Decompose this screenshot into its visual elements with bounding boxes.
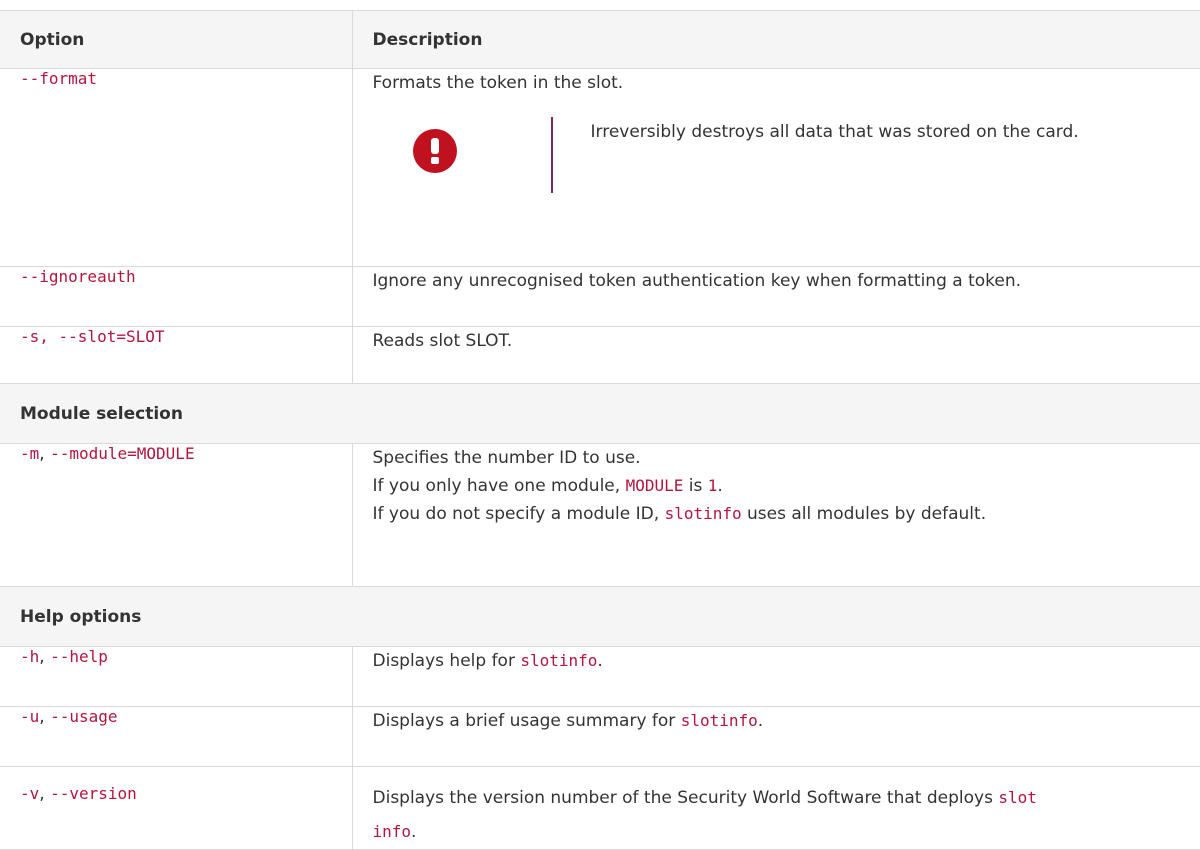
description-cell: Specifies the number ID to use. If you o… <box>352 444 1200 587</box>
header-option: Option <box>0 11 352 69</box>
table-row-usage: -u, --usage Displays a brief usage summa… <box>0 707 1200 767</box>
option-cell: -u, --usage <box>0 707 352 767</box>
code-slotinfo: slotinfo <box>520 651 597 670</box>
option-version-long: --version <box>50 784 137 803</box>
table-row-format: --format Formats the token in the slot. <box>0 69 1200 267</box>
code-slotinfo: slotinfo <box>681 711 758 730</box>
description-module-line3: If you do not specify a module ID, sloti… <box>373 500 1200 528</box>
warning-exclamation-icon <box>413 129 457 173</box>
description-cell: Displays the version number of the Secur… <box>352 767 1200 850</box>
option-cell: -v, --version <box>0 767 352 850</box>
description-cell: Formats the token in the slot. Irreversi… <box>352 69 1200 267</box>
description-version: Displays the version number of the Secur… <box>373 788 1037 842</box>
options-table: Option Description --format Formats the … <box>0 10 1200 850</box>
description-cell: Reads slot SLOT. <box>352 327 1200 384</box>
code-module: MODULE <box>626 476 684 495</box>
description-cell: Displays a brief usage summary for sloti… <box>352 707 1200 767</box>
option-cell: -m, --module=MODULE <box>0 444 352 587</box>
table-row-help: -h, --help Displays help for slotinfo. <box>0 647 1200 707</box>
table-row-ignoreauth: --ignoreauth Ignore any unrecognised tok… <box>0 267 1200 327</box>
description-module-line1: Specifies the number ID to use. <box>373 444 1200 472</box>
description-ignoreauth: Ignore any unrecognised token authentica… <box>373 271 1022 291</box>
option-slot: -s, --slot=SLOT <box>20 327 165 346</box>
code-info: info <box>373 822 412 841</box>
option-cell: --ignoreauth <box>0 267 352 327</box>
option-module-long: --module=MODULE <box>50 444 195 463</box>
option-separator: , <box>39 444 50 464</box>
option-format: --format <box>20 69 97 88</box>
option-usage-long: --usage <box>50 707 117 726</box>
description-cell: Displays help for slotinfo. <box>352 647 1200 707</box>
warning-divider <box>551 117 553 193</box>
description-cell: Ignore any unrecognised token authentica… <box>352 267 1200 327</box>
option-cell: -s, --slot=SLOT <box>0 327 352 384</box>
warning-text: Irreversibly destroys all data that was … <box>591 113 1171 151</box>
section-title-help: Help options <box>0 587 1200 647</box>
option-module-short: -m <box>20 444 39 463</box>
section-row-module: Module selection <box>0 384 1200 444</box>
description-help: Displays help for slotinfo. <box>373 651 603 671</box>
table-row-module: -m, --module=MODULE Specifies the number… <box>0 444 1200 587</box>
option-cell: --format <box>0 69 352 267</box>
option-usage-short: -u <box>20 707 39 726</box>
table-row-version: -v, --version Displays the version numbe… <box>0 767 1200 850</box>
option-cell: -h, --help <box>0 647 352 707</box>
code-slotinfo: slotinfo <box>665 504 742 523</box>
option-help-short: -h <box>20 647 39 666</box>
description-module-line2: If you only have one module, MODULE is 1… <box>373 472 1200 500</box>
description-usage: Displays a brief usage summary for sloti… <box>373 711 764 731</box>
table-row-slot: -s, --slot=SLOT Reads slot SLOT. <box>0 327 1200 384</box>
warning-callout: Irreversibly destroys all data that was … <box>373 117 1200 193</box>
description-format: Formats the token in the slot. <box>373 69 1200 97</box>
code-one: 1 <box>708 476 718 495</box>
table-header-row: Option Description <box>0 11 1200 69</box>
option-ignoreauth: --ignoreauth <box>20 267 136 286</box>
section-title-module: Module selection <box>0 384 1200 444</box>
header-description: Description <box>352 11 1200 69</box>
code-slot: slot <box>998 788 1037 807</box>
section-row-help: Help options <box>0 587 1200 647</box>
description-slot: Reads slot SLOT. <box>373 331 513 351</box>
option-version-short: -v <box>20 784 39 803</box>
option-help-long: --help <box>50 647 108 666</box>
